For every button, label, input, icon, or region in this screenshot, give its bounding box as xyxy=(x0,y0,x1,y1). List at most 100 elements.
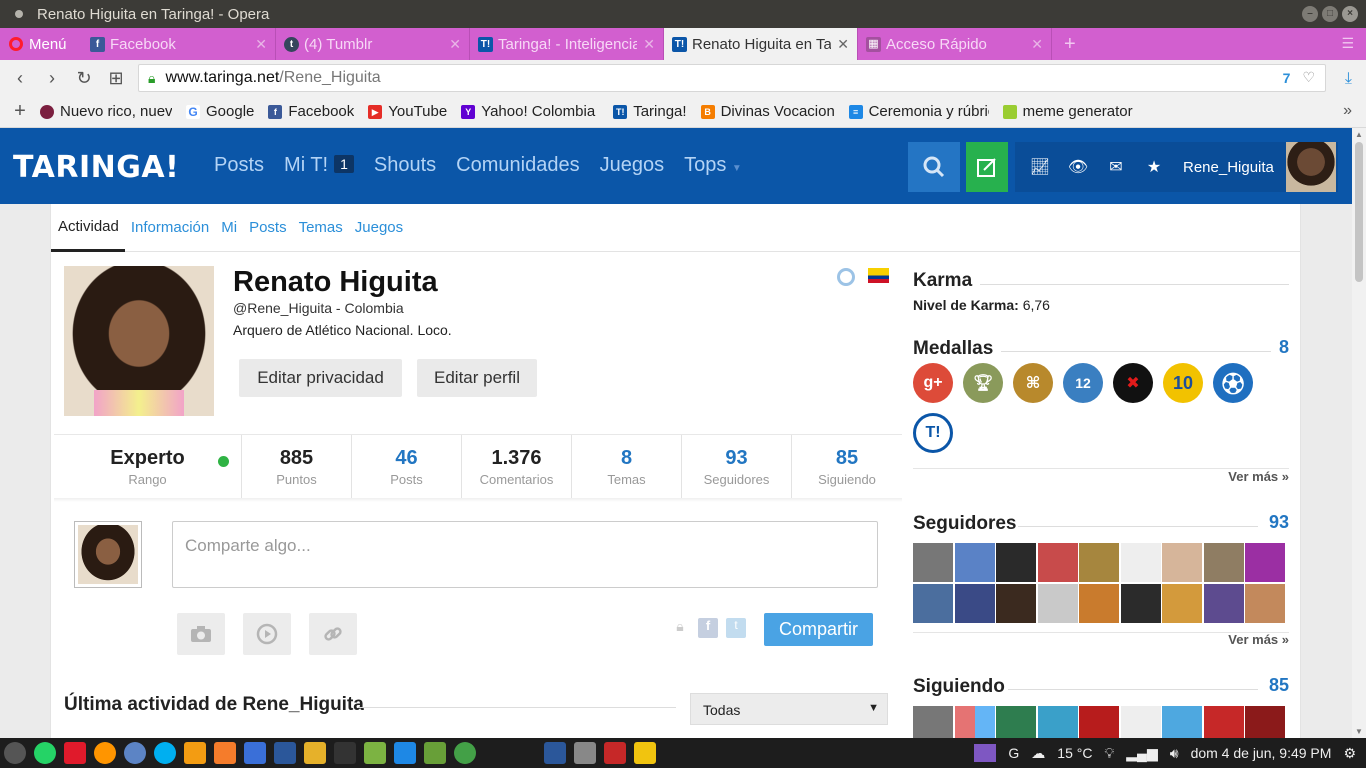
following-thumb[interactable] xyxy=(996,706,1036,738)
follower-thumb[interactable] xyxy=(1203,583,1244,623)
following-thumb[interactable] xyxy=(1120,706,1161,738)
app-icon[interactable] xyxy=(304,742,326,764)
tab-mi[interactable]: Mi xyxy=(215,204,243,252)
stat-topics[interactable]: 8 Temas xyxy=(572,435,682,499)
add-bookmark-icon[interactable]: + xyxy=(0,100,40,123)
follower-thumb[interactable] xyxy=(913,543,953,582)
close-tab-icon[interactable]: ✕ xyxy=(255,36,267,53)
word-icon[interactable] xyxy=(544,742,566,764)
page-scrollbar[interactable]: ▲ ▼ xyxy=(1352,128,1366,738)
medal-10[interactable]: 10 xyxy=(1163,363,1203,403)
url-field[interactable]: 🔒︎ www.taringa.net/Rene_Higuita 7 ♡ xyxy=(138,64,1326,92)
follower-thumb[interactable] xyxy=(1203,543,1244,582)
following-thumb[interactable] xyxy=(954,706,995,738)
bookmark-facebook[interactable]: f Facebook xyxy=(268,103,354,120)
medal-x[interactable]: ✖ xyxy=(1113,363,1153,403)
workspace-icon[interactable] xyxy=(974,744,997,762)
stats-icon[interactable]: 📈︎ xyxy=(1021,157,1059,177)
window-menu-dot[interactable] xyxy=(15,10,23,18)
bookmark-youtube[interactable]: ▶ YouTube xyxy=(368,103,447,120)
activity-filter-select[interactable]: Todas ▼ xyxy=(690,693,888,725)
app-icon[interactable] xyxy=(214,742,236,764)
share-input[interactable]: Comparte algo... xyxy=(172,521,878,588)
playstation-icon[interactable] xyxy=(604,742,626,764)
extension-badge[interactable]: 7 xyxy=(1283,70,1291,86)
bookmark-divinas[interactable]: B Divinas Vocaciones xyxy=(700,103,835,120)
follower-thumb[interactable] xyxy=(1120,583,1161,623)
follower-thumb[interactable] xyxy=(1245,543,1285,582)
firefox-icon[interactable] xyxy=(94,742,116,764)
search-button[interactable] xyxy=(908,142,960,192)
heart-icon[interactable]: ♡ xyxy=(1302,69,1315,86)
download-icon[interactable]: ⤓ xyxy=(1345,70,1352,88)
medal-soccer-ball[interactable]: ⚽︎ xyxy=(1213,363,1253,403)
tab-juegos[interactable]: Juegos xyxy=(349,204,409,252)
tab-facebook[interactable]: f Facebook ✕ xyxy=(82,28,276,60)
whatsapp-icon[interactable] xyxy=(34,742,56,764)
nav-mi-t[interactable]: Mi T! 1 xyxy=(284,154,354,177)
settings-gear-icon[interactable] xyxy=(4,742,26,764)
minimize-button[interactable]: – xyxy=(1302,6,1318,22)
maximize-button[interactable]: □ xyxy=(1322,6,1338,22)
download-manager-icon[interactable] xyxy=(394,742,416,764)
tab-taringa-inteligencia[interactable]: T! Taringa! - Inteligencia ✕ xyxy=(470,28,664,60)
edit-profile-button[interactable]: Editar perfil xyxy=(417,359,537,397)
follower-thumb[interactable] xyxy=(954,583,995,623)
follower-thumb[interactable] xyxy=(954,543,995,582)
nav-juegos[interactable]: Juegos xyxy=(600,154,665,177)
opera-icon[interactable] xyxy=(64,742,86,764)
follower-thumb[interactable] xyxy=(1120,543,1161,582)
follower-thumb[interactable] xyxy=(1079,543,1119,582)
profile-photo[interactable] xyxy=(64,266,214,416)
bookmark-meme[interactable]: meme generator xyxy=(1002,103,1137,120)
tab-acceso-rapido[interactable]: ▦ Acceso Rápido ✕ xyxy=(858,28,1052,60)
follower-thumb[interactable] xyxy=(1162,543,1202,582)
follower-thumb[interactable] xyxy=(913,583,953,623)
bulb-icon[interactable]: 💡︎ xyxy=(1104,745,1114,762)
close-tab-icon[interactable]: ✕ xyxy=(837,36,849,53)
following-thumb[interactable] xyxy=(1203,706,1244,738)
reload-icon[interactable]: ↻ xyxy=(68,68,100,89)
medal-trophy[interactable]: 🏆︎ xyxy=(963,363,1003,403)
following-thumb[interactable] xyxy=(1245,706,1285,738)
medal-12[interactable]: 12 xyxy=(1063,363,1103,403)
nav-tops[interactable]: Tops ▼ xyxy=(684,154,742,177)
scroll-up-icon[interactable]: ▲ xyxy=(1355,130,1363,139)
privacy-lock-icon[interactable]: 🔒︎ xyxy=(670,618,690,638)
follower-thumb[interactable] xyxy=(1079,583,1119,623)
following-count[interactable]: 85 xyxy=(1269,675,1289,696)
opera-menu-button[interactable]: Menú xyxy=(0,28,82,60)
bookmark-google[interactable]: G Google xyxy=(186,103,254,120)
terminal-icon[interactable] xyxy=(334,742,356,764)
follower-thumb[interactable] xyxy=(996,583,1036,623)
followers-count[interactable]: 93 xyxy=(1269,512,1289,533)
twitter-share-icon[interactable]: t xyxy=(726,618,746,638)
follower-thumb[interactable] xyxy=(1037,543,1078,582)
username[interactable]: Rene_Higuita xyxy=(1183,159,1274,176)
close-tab-icon[interactable]: ✕ xyxy=(449,36,461,53)
skype-icon[interactable] xyxy=(154,742,176,764)
following-thumb[interactable] xyxy=(1162,706,1202,738)
medal-gplus[interactable]: g+ xyxy=(913,363,953,403)
bookmark-yahoo[interactable]: Y Yahoo! Colombia xyxy=(461,103,599,120)
word-icon[interactable] xyxy=(274,742,296,764)
close-tab-icon[interactable]: ✕ xyxy=(1031,36,1043,53)
tab-temas[interactable]: Temas xyxy=(293,204,349,252)
tab-renato-higuita[interactable]: T! Renato Higuita en Taringa ✕ xyxy=(664,28,858,60)
nav-posts[interactable]: Posts xyxy=(214,154,264,177)
app-icon[interactable] xyxy=(244,742,266,764)
taringa-logo[interactable]: TARINGA! xyxy=(13,150,179,185)
eye-icon[interactable]: 👁︎ xyxy=(1059,157,1097,177)
weather-icon[interactable]: ☁ xyxy=(1031,745,1045,762)
new-post-button[interactable] xyxy=(966,142,1008,192)
link-button[interactable] xyxy=(309,613,357,655)
mail-icon[interactable]: ✉ xyxy=(1097,157,1135,177)
chat-app-icon[interactable] xyxy=(454,742,476,764)
network-icon[interactable]: ▂▄▆ xyxy=(1126,745,1157,762)
edit-privacy-button[interactable]: Editar privacidad xyxy=(239,359,402,397)
google-icon[interactable]: G xyxy=(1008,745,1019,761)
share-button[interactable]: Compartir xyxy=(764,613,873,646)
follower-thumb[interactable] xyxy=(996,543,1036,582)
chromium-icon[interactable] xyxy=(124,742,146,764)
follower-thumb[interactable] xyxy=(1037,583,1078,623)
